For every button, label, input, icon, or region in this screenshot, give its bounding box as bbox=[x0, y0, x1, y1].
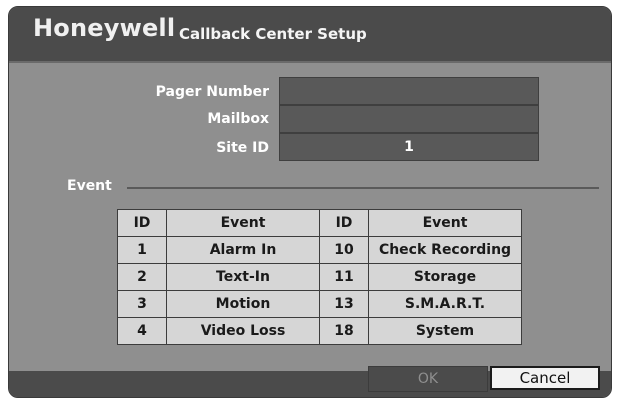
event-id-cell[interactable]: 18 bbox=[319, 317, 369, 345]
event-section-label: Event bbox=[67, 178, 112, 194]
column-header: Event bbox=[166, 209, 320, 237]
column-header: ID bbox=[319, 209, 369, 237]
mailbox-field[interactable] bbox=[279, 105, 539, 133]
pager-number-field[interactable] bbox=[279, 77, 539, 105]
event-id-cell[interactable]: 3 bbox=[117, 290, 167, 318]
event-table: ID Event ID Event 1 Alarm In 10 Check Re… bbox=[117, 209, 522, 345]
ok-button[interactable]: OK bbox=[368, 366, 488, 392]
event-id-cell[interactable]: 2 bbox=[117, 263, 167, 291]
table-row: 1 Alarm In 10 Check Recording bbox=[117, 236, 522, 264]
event-name-cell[interactable]: Alarm In bbox=[166, 236, 320, 264]
title-bar: Honeywell Callback Center Setup bbox=[9, 7, 611, 63]
column-header: ID bbox=[117, 209, 167, 237]
callback-center-setup-window: Honeywell Callback Center Setup Pager Nu… bbox=[8, 6, 612, 398]
column-header: Event bbox=[368, 209, 522, 237]
table-row: 4 Video Loss 18 System bbox=[117, 317, 522, 345]
brand-logo: Honeywell bbox=[33, 14, 176, 42]
event-name-cell[interactable]: S.M.A.R.T. bbox=[368, 290, 522, 318]
event-id-cell[interactable]: 13 bbox=[319, 290, 369, 318]
event-divider bbox=[127, 187, 599, 189]
event-name-cell[interactable]: Check Recording bbox=[368, 236, 522, 264]
site-id-label: Site ID bbox=[216, 140, 269, 156]
event-name-cell[interactable]: Storage bbox=[368, 263, 522, 291]
site-id-field[interactable]: 1 bbox=[279, 133, 539, 161]
event-table-header: ID Event ID Event bbox=[117, 209, 522, 237]
pager-number-label: Pager Number bbox=[155, 84, 269, 100]
event-name-cell[interactable]: Video Loss bbox=[166, 317, 320, 345]
event-name-cell[interactable]: System bbox=[368, 317, 522, 345]
event-id-cell[interactable]: 10 bbox=[319, 236, 369, 264]
cancel-button[interactable]: Cancel bbox=[490, 366, 600, 390]
event-id-cell[interactable]: 11 bbox=[319, 263, 369, 291]
event-name-cell[interactable]: Motion bbox=[166, 290, 320, 318]
table-row: 3 Motion 13 S.M.A.R.T. bbox=[117, 290, 522, 318]
event-id-cell[interactable]: 4 bbox=[117, 317, 167, 345]
event-id-cell[interactable]: 1 bbox=[117, 236, 167, 264]
page-title: Callback Center Setup bbox=[179, 25, 367, 43]
event-name-cell[interactable]: Text-In bbox=[166, 263, 320, 291]
mailbox-label: Mailbox bbox=[207, 111, 269, 127]
table-row: 2 Text-In 11 Storage bbox=[117, 263, 522, 291]
